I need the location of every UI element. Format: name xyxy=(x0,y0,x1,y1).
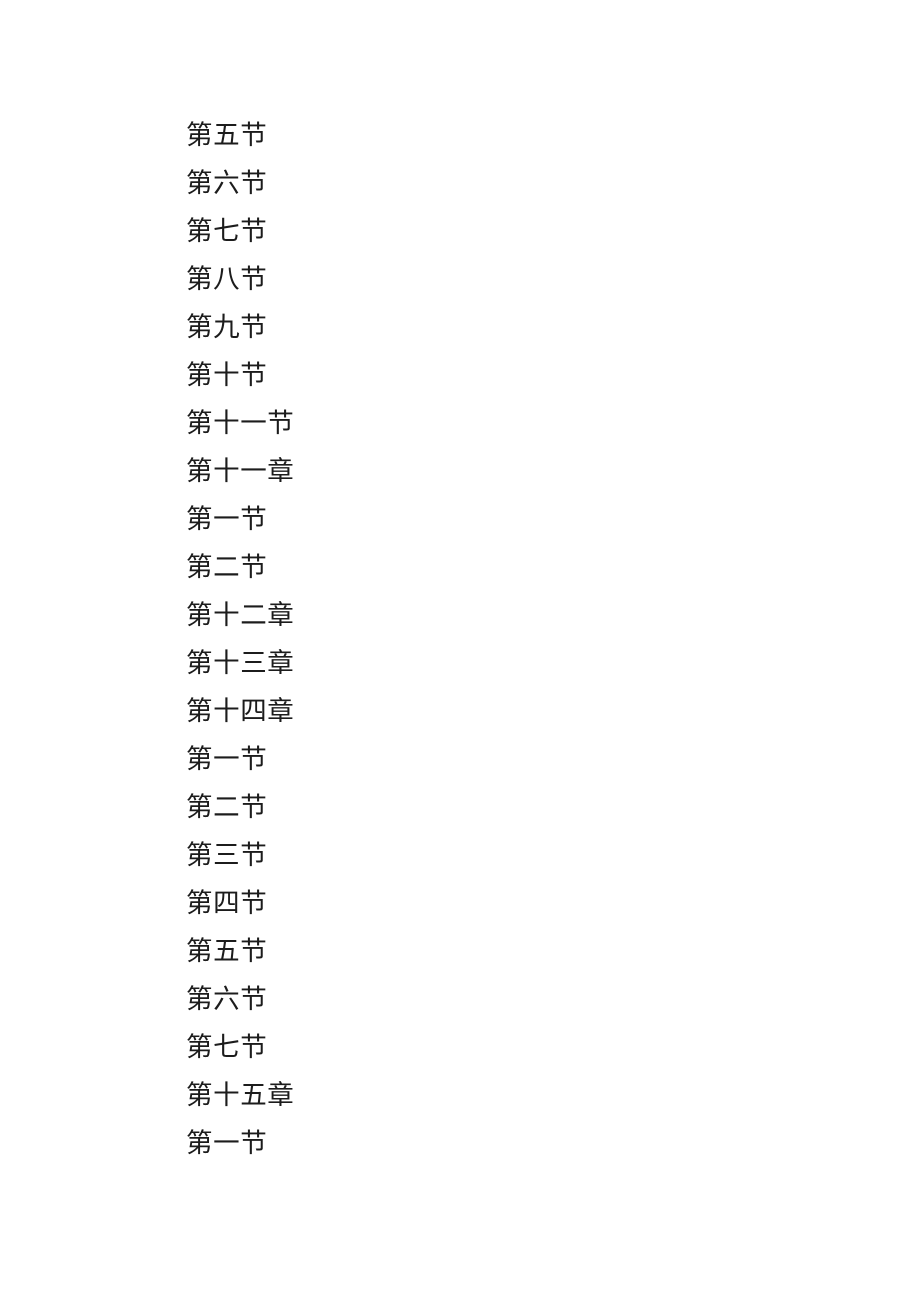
toc-entry: 第一节 xyxy=(186,1128,268,1159)
toc-entry: 第二节 xyxy=(186,552,268,583)
toc-entry: 第七节 xyxy=(186,1032,268,1063)
toc-entry: 第十三章 xyxy=(186,648,295,679)
toc-entry: 第十五章 xyxy=(186,1080,295,1111)
toc-entry: 第三节 xyxy=(186,840,268,871)
toc-entry: 第九节 xyxy=(186,312,268,343)
table-of-contents: 第五节 第六节 第七节 第八节 第九节 第十节 第十一节 第十一章 第一节 第二节 第十二章 第十三章… xyxy=(186,112,746,1168)
toc-entry: 第六节 xyxy=(186,984,268,1015)
toc-entry: 第七节 xyxy=(186,216,268,247)
toc-entry: 第十二章 xyxy=(186,600,295,631)
toc-entry: 第一节 xyxy=(186,744,268,775)
toc-entry: 第一节 xyxy=(186,504,268,535)
toc-entry: 第十一章 xyxy=(186,456,295,487)
toc-entry: 第二节 xyxy=(186,792,268,823)
toc-entry: 第四节 xyxy=(186,888,268,919)
toc-entry: 第十一节 xyxy=(186,408,295,439)
document-page: 第五节 第六节 第七节 第八节 第九节 第十节 第十一节 第十一章 第一节 第二节 第十二章 第十三章… xyxy=(0,0,920,1302)
toc-entry: 第十节 xyxy=(186,360,268,391)
toc-entry: 第五节 xyxy=(186,120,268,151)
toc-entry: 第八节 xyxy=(186,264,268,295)
toc-entry: 第五节 xyxy=(186,936,268,967)
toc-entry: 第六节 xyxy=(186,168,268,199)
toc-entry: 第十四章 xyxy=(186,696,295,727)
